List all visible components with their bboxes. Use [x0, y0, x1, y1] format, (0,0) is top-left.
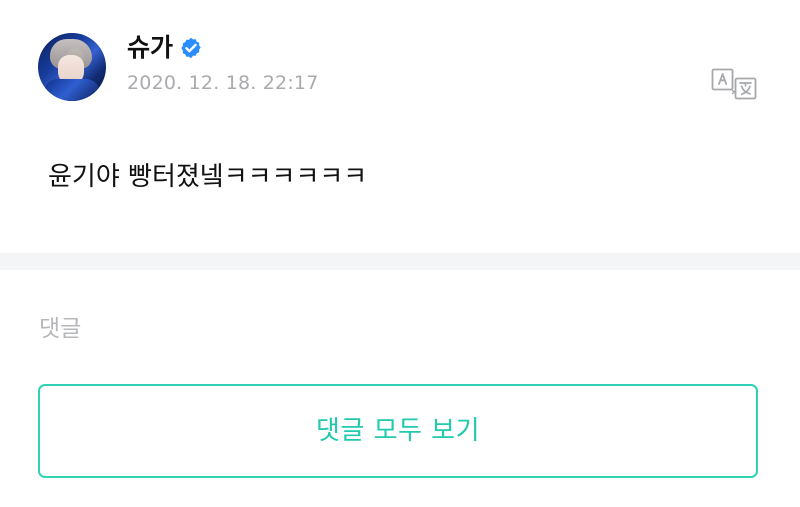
comments-section-title: 댓글	[39, 316, 82, 342]
post-screen: 슈가 2020. 12. 18. 22:17 윤기야 빵터졌넼ㅋㅋㅋㅋㅋㅋ 댓글…	[0, 0, 800, 507]
verified-icon	[179, 36, 203, 60]
author-line: 슈가	[127, 35, 203, 60]
author-avatar[interactable]	[38, 33, 106, 101]
author-name[interactable]: 슈가	[127, 35, 173, 60]
section-divider	[0, 253, 800, 270]
view-all-comments-label: 댓글 모두 보기	[315, 416, 481, 446]
translate-button[interactable]	[711, 68, 759, 100]
post-header: 슈가 2020. 12. 18. 22:17	[38, 33, 800, 105]
view-all-comments-button[interactable]: 댓글 모두 보기	[38, 384, 758, 478]
post-body: 윤기야 빵터졌넼ㅋㅋㅋㅋㅋㅋ	[48, 162, 368, 192]
avatar-collar	[44, 79, 100, 101]
translate-icon	[711, 68, 757, 100]
post-timestamp: 2020. 12. 18. 22:17	[127, 72, 319, 94]
